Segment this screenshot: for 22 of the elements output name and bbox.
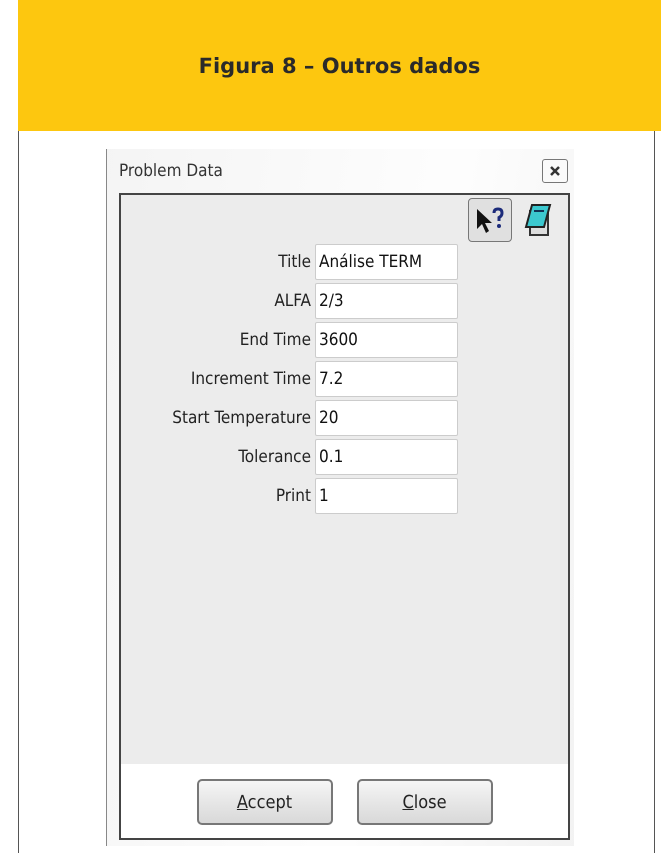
field-label: ALFA (273, 291, 311, 311)
input-field[interactable]: 1 (315, 478, 458, 514)
input-field[interactable]: 0.1 (315, 439, 458, 475)
field-label: Increment Time (190, 369, 311, 389)
input-field[interactable]: 2/3 (315, 283, 458, 319)
close-icon (548, 164, 562, 178)
field-label: Title (277, 252, 311, 272)
input-field[interactable]: 20 (315, 400, 458, 436)
dialog-button[interactable]: Close (356, 779, 492, 825)
window-title: Problem Data (119, 161, 223, 181)
field-label: Start Temperature (171, 408, 311, 428)
input-field[interactable]: 7.2 (315, 361, 458, 397)
close-button[interactable] (542, 159, 568, 183)
field-label: Print (274, 486, 311, 506)
input-field[interactable]: 3600 (315, 322, 458, 358)
figure-caption: Figura 8 – Outros dados (198, 54, 480, 78)
help-button[interactable] (468, 198, 512, 242)
dialog-button[interactable]: Accept (196, 779, 332, 825)
input-field[interactable]: Análise TERM (315, 244, 458, 280)
field-label: End Time (238, 330, 311, 350)
field-label: Tolerance (237, 447, 311, 467)
notebook-icon[interactable] (522, 203, 554, 237)
